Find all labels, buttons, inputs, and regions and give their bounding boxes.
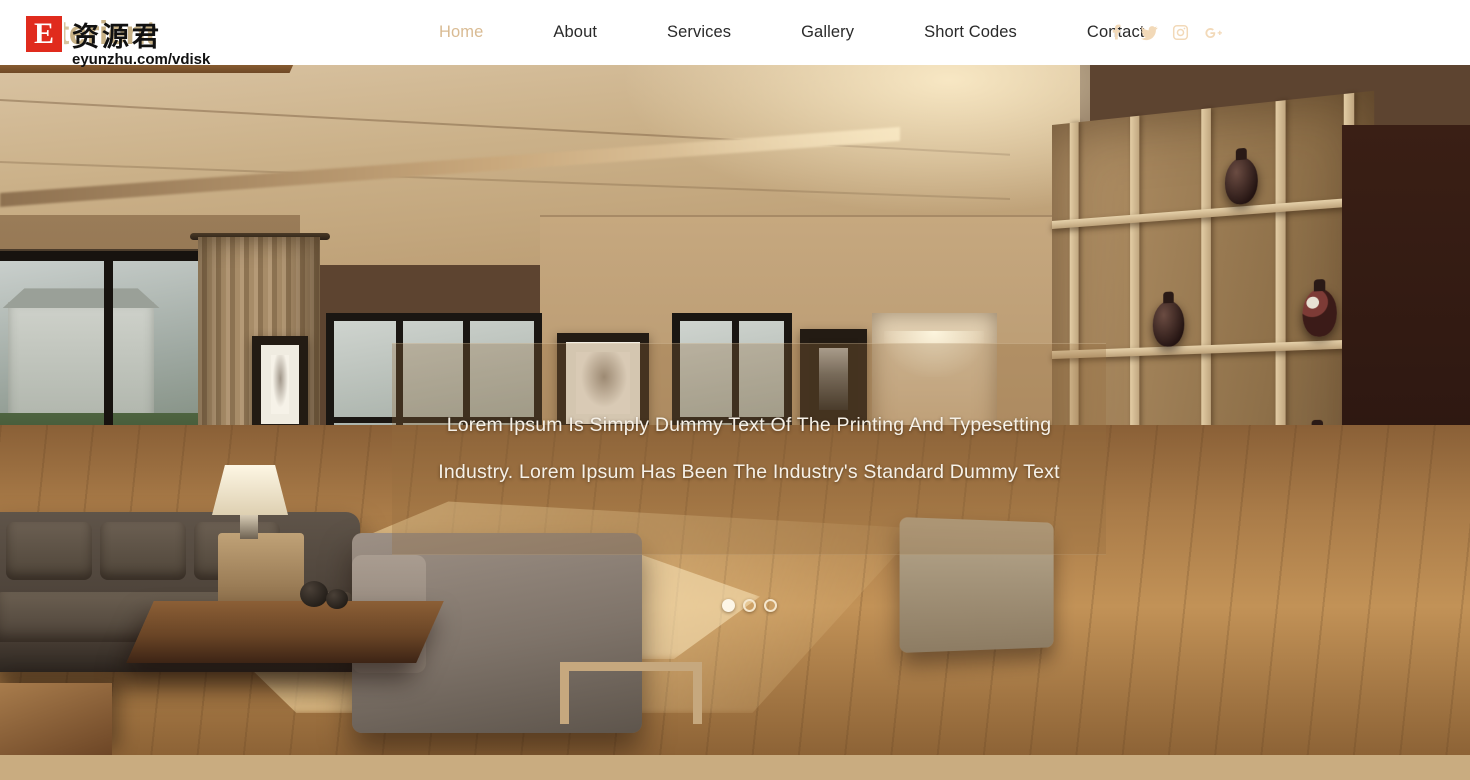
- nav-item-home[interactable]: Home: [404, 23, 518, 42]
- hero-slider[interactable]: Lorem Ipsum Is Simply Dummy Text Of The …: [0, 65, 1470, 755]
- table-lamp-base: [240, 515, 258, 539]
- slider-dot-2[interactable]: [742, 599, 756, 612]
- nav-item-services[interactable]: Services: [632, 23, 766, 42]
- slider-dot-3[interactable]: [763, 599, 777, 612]
- nav-item-gallery[interactable]: Gallery: [766, 23, 889, 42]
- framed-art-1: [252, 336, 308, 433]
- brand-logo[interactable]: Interient: [30, 0, 156, 65]
- foreground-bench: [0, 683, 112, 755]
- table-decor-object-2: [326, 589, 348, 609]
- nav-item-about[interactable]: About: [518, 23, 632, 42]
- brand-logo-prefix: Int: [30, 13, 69, 51]
- hero-caption-band: Lorem Ipsum Is Simply Dummy Text Of The …: [392, 343, 1106, 612]
- shelf-horizontal-1: [1052, 196, 1375, 229]
- table-lamp-shade: [212, 465, 288, 515]
- shelf-vase-1: [1224, 156, 1258, 206]
- coffee-table-top: [0, 65, 299, 73]
- side-table: [218, 533, 304, 609]
- twitter-icon[interactable]: [1139, 23, 1158, 42]
- sofa-cushion-2: [100, 522, 186, 580]
- slider-dot-1[interactable]: [721, 599, 735, 612]
- console-frame: [560, 662, 702, 724]
- hero-caption-line-2: Industry. Lorem Ipsum Has Been The Indus…: [438, 461, 1060, 483]
- slider-pagination: [392, 599, 1106, 612]
- instagram-icon[interactable]: [1171, 23, 1190, 42]
- nav-item-short-codes[interactable]: Short Codes: [889, 23, 1052, 42]
- sofa-cushion-1: [6, 522, 92, 580]
- brand-logo-text: Interient: [30, 14, 156, 52]
- hero-caption-line-1: Lorem Ipsum Is Simply Dummy Text Of The …: [446, 413, 1052, 436]
- social-links: [1107, 0, 1222, 65]
- facebook-icon[interactable]: [1107, 23, 1126, 42]
- shelf-vase-2: [1302, 288, 1337, 338]
- googleplus-icon[interactable]: [1203, 23, 1222, 42]
- main-navigation: Home About Services Gallery Short Codes …: [404, 0, 1180, 65]
- shelf-vase-3: [1152, 300, 1185, 348]
- site-header: Interient Home About Services Gallery Sh…: [0, 0, 1470, 65]
- brand-logo-suffix: erient: [68, 13, 156, 51]
- back-wall-seam: [540, 215, 1100, 217]
- page-bottom-band: [0, 755, 1470, 780]
- table-decor-object-1: [300, 581, 328, 607]
- ceiling-glow: [620, 65, 1090, 215]
